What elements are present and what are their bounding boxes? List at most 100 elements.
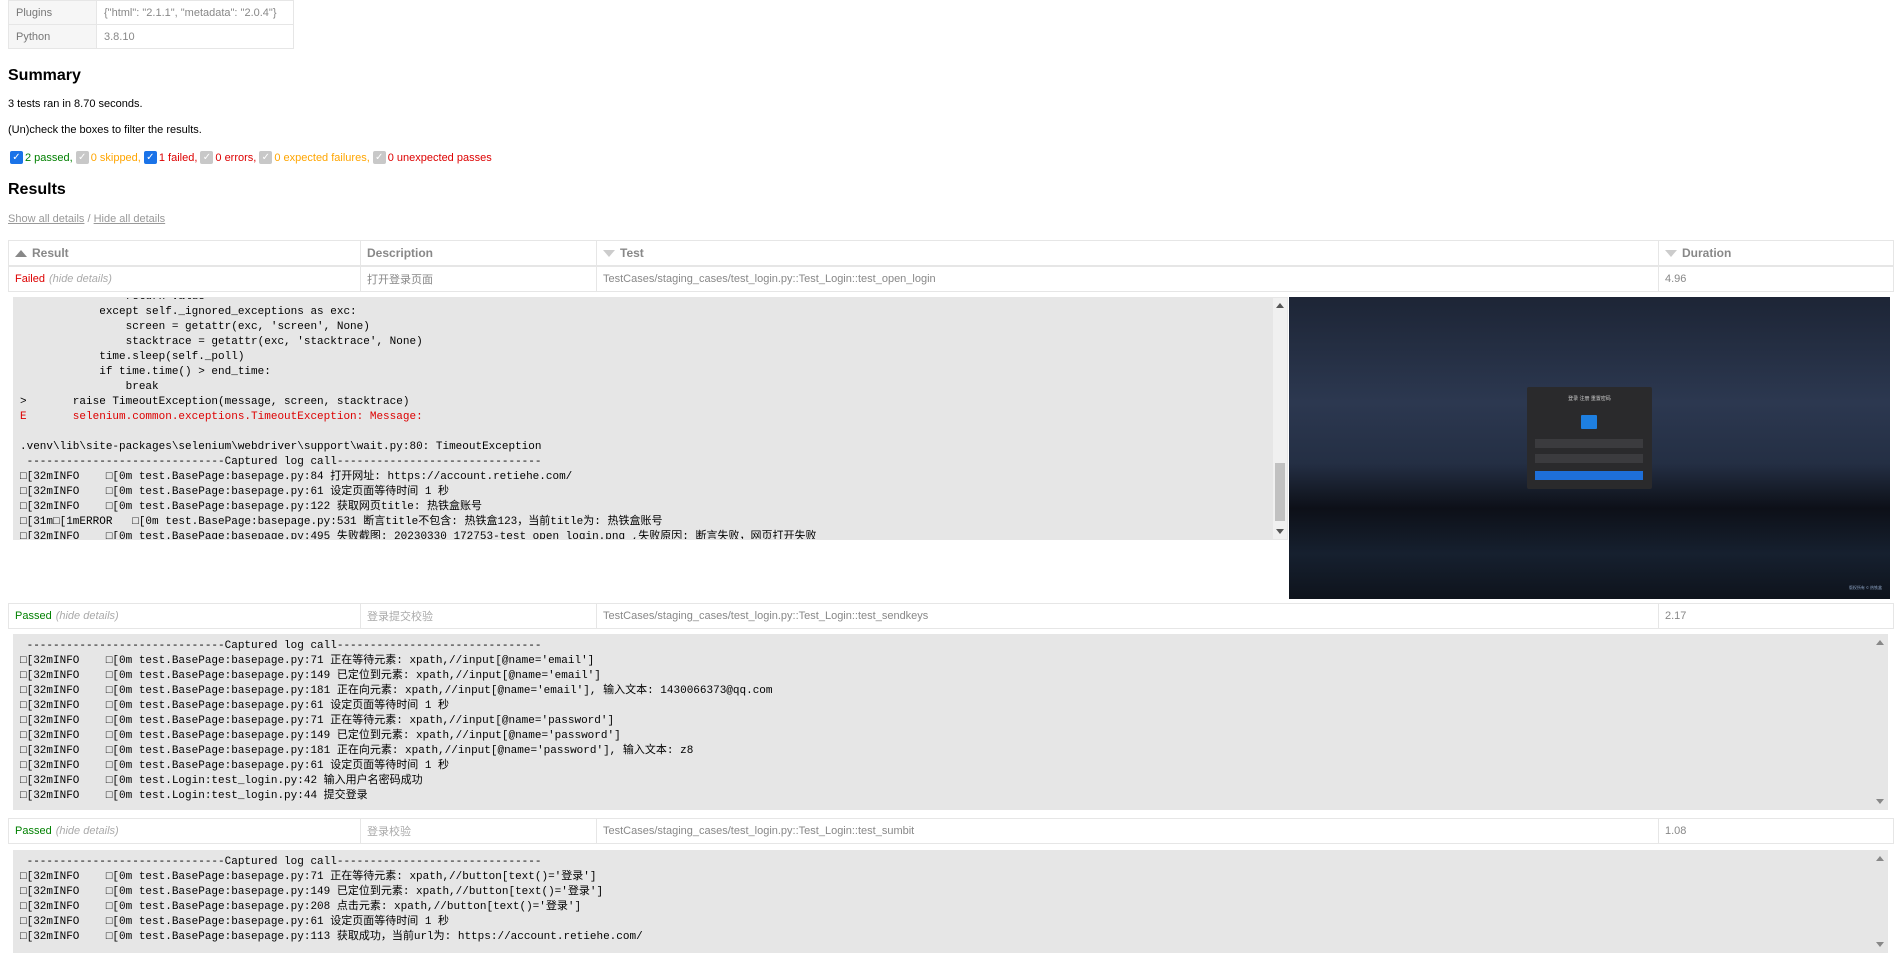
checkbox-xpassed[interactable]: ✓ bbox=[372, 151, 386, 164]
log-scrollbar[interactable] bbox=[1873, 851, 1887, 952]
log-line: □[32mINFO □[0m test.Login:test_login.py:… bbox=[20, 790, 368, 802]
log-line: □[32mINFO □[0m test.BasePage:basepage.py… bbox=[20, 886, 604, 898]
log-line: □[32mINFO □[0m test.BasePage:basepage.py… bbox=[20, 655, 595, 667]
checkbox-xfailed[interactable]: ✓ bbox=[259, 151, 273, 164]
filter-label: 1 failed, bbox=[158, 151, 198, 164]
log-line: except self._ignored_exceptions as exc: bbox=[20, 306, 357, 318]
filter-failed[interactable]: ✓ 1 failed, bbox=[143, 151, 198, 164]
scroll-up-icon[interactable] bbox=[1276, 303, 1284, 308]
result-status: Passed bbox=[15, 825, 52, 837]
header-duration[interactable]: Duration bbox=[1659, 241, 1895, 265]
filter-xpassed[interactable]: ✓ 0 unexpected passes bbox=[372, 151, 492, 164]
header-result[interactable]: Result bbox=[9, 241, 361, 265]
log-line: screen = getattr(exc, 'screen', None) bbox=[20, 321, 370, 333]
result-status: Failed bbox=[15, 273, 45, 285]
table-row[interactable]: Passed (hide details) 登录提交校验 TestCases/st… bbox=[8, 603, 1894, 629]
env-value: {"html": "2.1.1", "metadata": "2.0.4"} bbox=[96, 0, 294, 25]
show-all-details-link[interactable]: Show all details bbox=[8, 213, 84, 225]
failure-screenshot[interactable]: 登录 注册 重置密码 版权所有 © 热铁盒 bbox=[1289, 297, 1890, 599]
scroll-up-icon[interactable] bbox=[1876, 640, 1884, 645]
checkbox-passed[interactable]: ✓ bbox=[10, 151, 23, 164]
sort-icon bbox=[603, 249, 615, 257]
screenshot-footer: 版权所有 © 热铁盒 bbox=[1848, 585, 1882, 590]
screenshot-login-button bbox=[1535, 471, 1643, 480]
checkbox-errors[interactable]: ✓ bbox=[200, 151, 214, 164]
scroll-down-icon[interactable] bbox=[1876, 799, 1884, 804]
log-line: □[32mINFO □[0m test.BasePage:basepage.py… bbox=[20, 901, 582, 913]
log-line: □[32mINFO □[0m test.BasePage:basepage.py… bbox=[20, 471, 573, 483]
table-row[interactable]: Passed (hide details) 登录校验 TestCases/stag… bbox=[8, 818, 1894, 844]
filter-label: 0 expected failures, bbox=[274, 151, 370, 164]
log-line: > raise TimeoutException(message, screen… bbox=[20, 396, 410, 408]
header-test[interactable]: Test bbox=[597, 241, 1659, 265]
scroll-thumb[interactable] bbox=[1275, 463, 1285, 521]
log-line: ------------------------------Captured l… bbox=[20, 856, 542, 868]
log-output-failed: return value except self._ignored_except… bbox=[13, 297, 1288, 540]
checkbox-skipped[interactable]: ✓ bbox=[75, 151, 89, 164]
log-line: ------------------------------Captured l… bbox=[20, 456, 542, 468]
duration-cell: 4.96 bbox=[1665, 273, 1687, 285]
scroll-up-icon[interactable] bbox=[1876, 856, 1884, 861]
tests-ran-text: 3 tests ran in 8.70 seconds. bbox=[8, 98, 143, 110]
env-key: Plugins bbox=[8, 0, 97, 25]
filter-label: 0 unexpected passes bbox=[387, 151, 492, 164]
hide-details-toggle[interactable]: (hide details) bbox=[56, 825, 119, 837]
log-scrollbar[interactable] bbox=[1873, 635, 1887, 809]
result-status: Passed bbox=[15, 610, 52, 622]
env-value: 3.8.10 bbox=[96, 24, 294, 49]
result-cell: Failed (hide details) bbox=[9, 267, 361, 291]
screenshot-login-panel: 登录 注册 重置密码 bbox=[1527, 387, 1652, 489]
log-line: if time.time() > end_time: bbox=[20, 366, 271, 378]
screenshot-tabs: 登录 注册 重置密码 bbox=[1568, 396, 1611, 402]
log-line: □[32mINFO □[0m test.BasePage:basepage.py… bbox=[20, 700, 450, 712]
hide-details-toggle[interactable]: (hide details) bbox=[49, 273, 112, 285]
duration-cell: 2.17 bbox=[1665, 610, 1687, 622]
header-label: Result bbox=[32, 246, 69, 260]
filter-label: 0 errors, bbox=[215, 151, 257, 164]
log-line: □[32mINFO □[0m test.BasePage:basepage.py… bbox=[20, 685, 773, 697]
filter-errors[interactable]: ✓ 0 errors, bbox=[200, 151, 256, 164]
env-row-plugins: Plugins {"html": "2.1.1", "metadata": "2… bbox=[8, 0, 294, 25]
description-cell: 登录提交校验 bbox=[361, 604, 597, 628]
header-label: Duration bbox=[1682, 246, 1732, 260]
filter-label: 2 passed, bbox=[25, 151, 73, 164]
log-line: return value bbox=[20, 297, 205, 303]
log-line: □[32mINFO □[0m test.BasePage:basepage.py… bbox=[20, 745, 694, 757]
log-line: □[32mINFO □[0m test.BasePage:basepage.py… bbox=[20, 760, 450, 772]
checkbox-failed[interactable]: ✓ bbox=[143, 151, 157, 164]
log-line: □[31m□[1mERROR □[0m test.BasePage:basepa… bbox=[20, 516, 663, 528]
scroll-down-icon[interactable] bbox=[1276, 529, 1284, 534]
filter-label: 0 skipped, bbox=[90, 151, 141, 164]
log-line: E selenium.common.exceptions.TimeoutExce… bbox=[20, 411, 423, 423]
hide-all-details-link[interactable]: Hide all details bbox=[94, 213, 166, 225]
sort-asc-icon bbox=[15, 249, 27, 257]
filter-skipped[interactable]: ✓ 0 skipped, bbox=[75, 151, 141, 164]
header-description[interactable]: Description bbox=[361, 241, 597, 265]
log-line: .venv\lib\site-packages\selenium\webdriv… bbox=[20, 441, 542, 453]
log-line: □[32mINFO □[0m test.BasePage:basepage.py… bbox=[20, 871, 597, 883]
hide-details-toggle[interactable]: (hide details) bbox=[56, 610, 119, 622]
description-cell: 打开登录页面 bbox=[361, 267, 597, 291]
log-line: □[32mINFO □[0m test.BasePage:basepage.py… bbox=[20, 916, 450, 928]
description-cell: 登录校验 bbox=[361, 819, 597, 843]
table-row[interactable]: Failed (hide details) 打开登录页面 TestCases/st… bbox=[8, 266, 1894, 292]
log-line: □[32mINFO □[0m test.BasePage:basepage.py… bbox=[20, 486, 450, 498]
log-line: □[32mINFO □[0m test.BasePage:basepage.py… bbox=[20, 730, 621, 742]
environment-table: Plugins {"html": "2.1.1", "metadata": "2… bbox=[8, 0, 294, 49]
filter-hint: (Un)check the boxes to filter the result… bbox=[8, 124, 202, 136]
filter-xfailed[interactable]: ✓ 0 expected failures, bbox=[259, 151, 370, 164]
details-links: Show all details / Hide all details bbox=[8, 213, 165, 225]
test-cell: TestCases/staging_cases/test_login.py::T… bbox=[597, 604, 1659, 628]
scroll-down-icon[interactable] bbox=[1876, 942, 1884, 947]
duration-cell: 1.08 bbox=[1665, 825, 1687, 837]
summary-heading: Summary bbox=[8, 67, 81, 84]
filter-passed[interactable]: ✓ 2 passed, bbox=[10, 151, 73, 164]
screenshot-logo-icon bbox=[1581, 415, 1597, 429]
log-line: ------------------------------Captured l… bbox=[20, 640, 542, 652]
screenshot-email-field bbox=[1535, 439, 1643, 448]
log-line: □[32mINFO □[0m test.BasePage:basepage.py… bbox=[20, 531, 817, 540]
log-output-submit: ------------------------------Captured l… bbox=[13, 850, 1888, 953]
log-scrollbar[interactable] bbox=[1273, 298, 1287, 539]
log-line: □[32mINFO □[0m test.Login:test_login.py:… bbox=[20, 775, 423, 787]
log-line: □[32mINFO □[0m test.BasePage:basepage.py… bbox=[20, 501, 483, 513]
